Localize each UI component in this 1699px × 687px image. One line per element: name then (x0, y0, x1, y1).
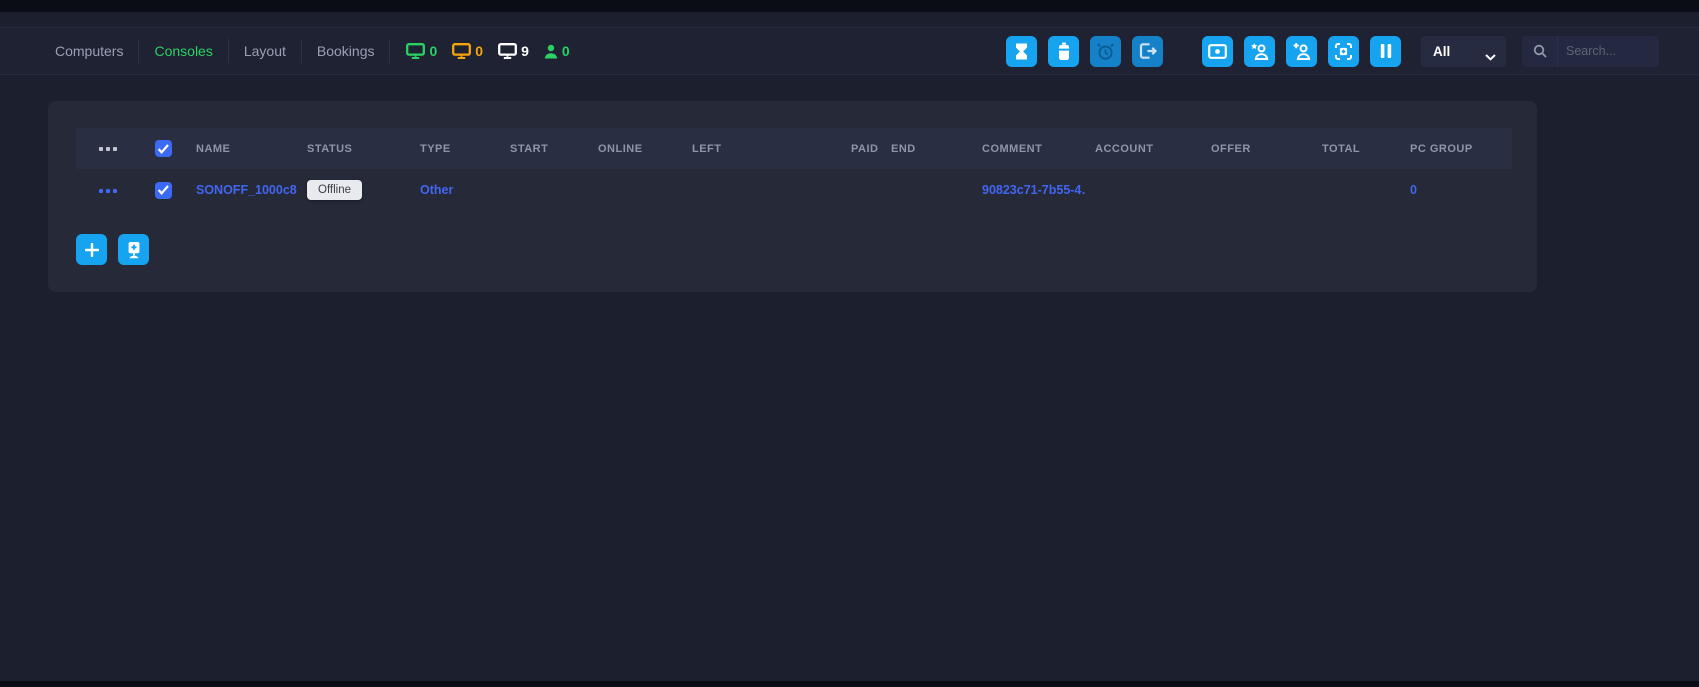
cell-start (500, 169, 588, 211)
column-header-end: END (881, 128, 972, 169)
column-header-online: ONLINE (588, 128, 682, 169)
toolbar-actions: All (995, 36, 1659, 67)
plus-icon (85, 243, 99, 257)
scan-button[interactable] (1328, 36, 1359, 67)
log-out-icon (1138, 42, 1157, 60)
column-header-start: START (500, 128, 588, 169)
column-menu-button[interactable] (99, 147, 117, 151)
filter-select[interactable]: All (1421, 36, 1506, 67)
column-header-paid: PAID (841, 128, 881, 169)
counter-value: 0 (429, 43, 437, 59)
filter-select-wrap: All (1421, 36, 1506, 67)
tab-bookings[interactable]: Bookings (302, 43, 390, 59)
pause-icon (1380, 44, 1392, 58)
status-counters: 0 0 9 0 (406, 43, 569, 59)
user-plus-icon (1292, 42, 1311, 60)
cell-name: SONOFF_1000c81… (186, 169, 297, 211)
nav-tabs: Computers Consoles Layout Bookings (40, 28, 390, 74)
window-bottom-strip (0, 681, 1699, 687)
console-name-link[interactable]: SONOFF_1000c81… (196, 183, 297, 197)
monitor-icon (498, 43, 517, 59)
counter-active-users: 0 (544, 43, 570, 59)
column-header-left: LEFT (682, 128, 841, 169)
table-row: SONOFF_1000c81… Offline Other 90823c71-7… (76, 169, 1512, 211)
column-header-comment: COMMENT (972, 128, 1085, 169)
column-header-account: ACCOUNT (1085, 128, 1201, 169)
alarm-clock-button[interactable] (1090, 36, 1121, 67)
table-header-row: NAME STATUS TYPE START ONLINE LEFT PAID … (76, 128, 1512, 169)
consoles-table: NAME STATUS TYPE START ONLINE LEFT PAID … (76, 128, 1512, 211)
cell-left (682, 169, 841, 211)
user-icon (544, 44, 558, 59)
column-header-name: NAME (186, 128, 297, 169)
add-device-button[interactable] (118, 234, 149, 265)
select-all-checkbox[interactable] (155, 140, 172, 157)
hourglass-icon (1014, 43, 1029, 60)
console-type: Other (420, 183, 453, 197)
tab-layout[interactable]: Layout (229, 43, 301, 59)
column-header-type: TYPE (410, 128, 500, 169)
counter-value: 0 (562, 43, 570, 59)
tab-consoles[interactable]: Consoles (139, 43, 227, 59)
user-plus-button[interactable] (1286, 36, 1317, 67)
cash-button[interactable] (1202, 36, 1233, 67)
cell-account (1085, 169, 1201, 211)
cell-total (1312, 169, 1400, 211)
pc-group-link[interactable]: 0 (1410, 183, 1417, 197)
monitor-icon (406, 43, 425, 59)
hourglass-button[interactable] (1006, 36, 1037, 67)
battery-button[interactable] (1048, 36, 1079, 67)
pause-button[interactable] (1370, 36, 1401, 67)
row-checkbox[interactable] (155, 182, 172, 199)
add-device-icon (125, 241, 143, 259)
cell-status: Offline (297, 169, 410, 211)
counter-online-consoles: 0 (406, 43, 437, 59)
monitor-icon (452, 43, 471, 59)
column-header-pc-group: PC GROUP (1400, 128, 1512, 169)
header-menu-cell (76, 128, 140, 169)
row-checkbox-cell (140, 169, 186, 211)
scan-icon (1334, 42, 1353, 61)
cash-icon (1208, 44, 1227, 59)
search-icon (1522, 36, 1558, 67)
status-badge: Offline (307, 180, 362, 200)
counter-value: 9 (521, 43, 529, 59)
alarm-clock-icon (1096, 42, 1115, 61)
cell-pc-group: 0 (1400, 169, 1512, 211)
user-star-icon (1250, 42, 1269, 60)
divider (389, 39, 390, 63)
comment-link[interactable]: 90823c71-7b55-4… (982, 183, 1085, 197)
search-box (1522, 36, 1659, 67)
tab-computers[interactable]: Computers (40, 43, 138, 59)
user-star-button[interactable] (1244, 36, 1275, 67)
battery-icon (1057, 42, 1071, 61)
column-header-total: TOTAL (1312, 128, 1400, 169)
counter-total-consoles: 9 (498, 43, 529, 59)
counter-busy-consoles: 0 (452, 43, 483, 59)
cell-end (881, 169, 972, 211)
cell-type: Other (410, 169, 500, 211)
search-input[interactable] (1558, 44, 1659, 58)
window-top-strip (0, 0, 1699, 12)
row-menu-cell (76, 169, 140, 211)
header-checkbox-cell (140, 128, 186, 169)
cell-offer (1201, 169, 1312, 211)
row-menu-button[interactable] (99, 189, 117, 193)
card-actions (76, 234, 1512, 265)
cell-paid (841, 169, 881, 211)
counter-value: 0 (475, 43, 483, 59)
add-button[interactable] (76, 234, 107, 265)
consoles-card: NAME STATUS TYPE START ONLINE LEFT PAID … (48, 101, 1537, 292)
column-header-offer: OFFER (1201, 128, 1312, 169)
log-out-button[interactable] (1132, 36, 1163, 67)
cell-comment: 90823c71-7b55-4… (972, 169, 1085, 211)
cell-online (588, 169, 682, 211)
column-header-status: STATUS (297, 128, 410, 169)
toolbar: Computers Consoles Layout Bookings 0 0 9 (0, 27, 1699, 75)
